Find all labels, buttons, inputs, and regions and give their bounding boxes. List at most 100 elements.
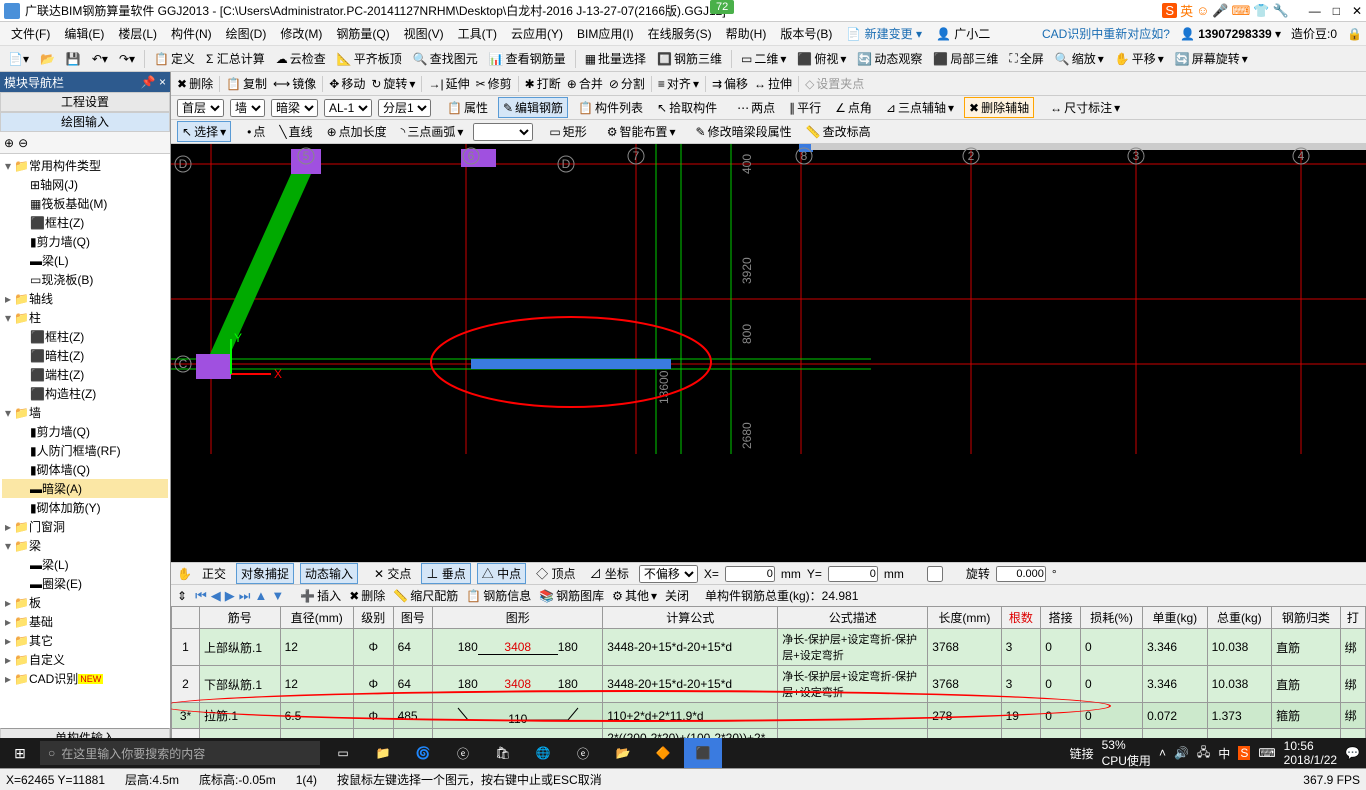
three-point-button[interactable]: ⊿ 三点辅轴 ▾ (882, 98, 958, 117)
store-icon[interactable]: 🛍 (484, 738, 522, 768)
nav-up-icon[interactable]: ▲ (254, 588, 267, 604)
split-button[interactable]: ⊘ 分割 (609, 75, 645, 92)
2d-button[interactable]: ▭ 二维 ▾ (737, 48, 790, 69)
project-settings-tab[interactable]: 工程设置 (0, 92, 170, 112)
tree-framecol[interactable]: ⬛ 框柱(Z) (2, 213, 168, 232)
tree-shearwall[interactable]: ▮ 剪力墙(Q) (2, 232, 168, 251)
last-icon[interactable]: ⏭ (239, 588, 251, 604)
define-button[interactable]: 📋 定义 (150, 48, 199, 69)
smart-button[interactable]: ⚙ 智能布置 ▾ (603, 122, 680, 141)
tree-col-struct[interactable]: ⬛ 构造柱(Z) (2, 384, 168, 403)
tree-beam-main[interactable]: ▬ 梁(L) (2, 555, 168, 574)
redo-icon[interactable]: ↷▾ (115, 50, 139, 68)
col-lap[interactable]: 搭接 (1041, 607, 1081, 629)
user-label[interactable]: 👤 广小二 (929, 23, 997, 44)
col-loss[interactable]: 损耗(%) (1080, 607, 1142, 629)
prev-icon[interactable]: ◀ (211, 588, 221, 604)
tray-ime-icon[interactable]: 中 (1218, 745, 1230, 762)
zoom-button[interactable]: 🔍 缩放 ▾ (1051, 48, 1108, 69)
minimize-button[interactable]: — (1309, 4, 1321, 18)
col-qty[interactable]: 根数 (1001, 607, 1041, 629)
ime-skin-icon[interactable]: 👕 (1253, 3, 1269, 19)
menu-bim[interactable]: BIM应用(I) (570, 23, 641, 44)
tree-expand-icon[interactable]: ⊕ (4, 136, 14, 150)
tree-col-end[interactable]: ⬛ 端柱(Z) (2, 365, 168, 384)
delete-button[interactable]: ✖ 删除 (177, 75, 213, 92)
tree-col-hidden[interactable]: ⬛ 暗柱(Z) (2, 346, 168, 365)
batch-select-button[interactable]: ▦ 批量选择 (581, 48, 650, 69)
tray-key-icon[interactable]: ⌨ (1258, 746, 1275, 760)
attr-button[interactable]: 📋 属性 (443, 98, 492, 117)
ie-icon[interactable]: ⓔ (564, 738, 602, 768)
x-input[interactable] (725, 566, 775, 582)
col-desc[interactable]: 公式描述 (778, 607, 928, 629)
first-icon[interactable]: ⏮ (195, 588, 207, 604)
rotate-button[interactable]: ↻ 旋转 ▾ (371, 75, 415, 92)
break-button[interactable]: ✱ 打断 (525, 75, 561, 92)
tray-up-icon[interactable]: ˄ (1159, 746, 1166, 760)
mirror-button[interactable]: ⟷ 镜像 (273, 75, 316, 92)
floor-select[interactable]: 首层 (177, 99, 224, 117)
table-row[interactable]: 2下部纵筋.112Φ6418034081803448-20+15*d-20+15… (172, 666, 1366, 703)
arc-button[interactable]: ◝ 三点画弧 ▾ (397, 122, 468, 141)
pan-button[interactable]: ✋ 平移 ▾ (1111, 48, 1168, 69)
menu-help[interactable]: 帮助(H) (719, 23, 774, 44)
offset-select[interactable]: 不偏移 (639, 565, 698, 583)
col-tw[interactable]: 总重(kg) (1207, 607, 1272, 629)
dot-angle-button[interactable]: ∠ 点角 (831, 98, 876, 117)
menu-component[interactable]: 构件(N) (164, 23, 219, 44)
tree-slab-group[interactable]: ▸📁 板 (2, 593, 168, 612)
col-cat[interactable]: 钢筋归类 (1272, 607, 1341, 629)
task-view-icon[interactable]: ▭ (324, 738, 362, 768)
tree-col-frame[interactable]: ⬛ 框柱(Z) (2, 327, 168, 346)
table-row[interactable]: 3*拉筋.16.5Φ485110110+2*d+2*11.9*d27819000… (172, 703, 1366, 729)
parallel-button[interactable]: ∥ 平行 (785, 98, 825, 117)
menu-edit[interactable]: 编辑(E) (57, 23, 111, 44)
find-button[interactable]: 🔍 查找图元 (409, 48, 482, 69)
col-len[interactable]: 长度(mm) (928, 607, 1001, 629)
tree-beam-ring[interactable]: ▬ 圈梁(E) (2, 574, 168, 593)
insert-button[interactable]: ➕ 插入 (300, 587, 341, 604)
tray-vol-icon[interactable]: 🔊 (1174, 746, 1189, 760)
nav-down-icon[interactable]: ▼ (271, 588, 284, 604)
ime-lang[interactable]: 英 (1180, 1, 1193, 20)
tree-column[interactable]: ▾📁 柱 (2, 308, 168, 327)
layer-select[interactable]: 分层1 (378, 99, 431, 117)
cad-link[interactable]: CAD识别中重新对应如? (1042, 25, 1170, 42)
clock[interactable]: 10:562018/1/22 (1284, 739, 1337, 767)
sum-button[interactable]: Σ 汇总计算 (202, 48, 269, 69)
move-button[interactable]: ✥ 移动 (329, 75, 365, 92)
tree-beam-group[interactable]: ▾📁 梁 (2, 536, 168, 555)
y-input[interactable] (828, 566, 878, 582)
tree-wall-reinforce[interactable]: ▮ 砌体加筋(Y) (2, 498, 168, 517)
ime-keyboard-icon[interactable]: ⌨ (1232, 3, 1251, 19)
cloud-check-button[interactable]: ☁ 云检查 (272, 48, 330, 69)
point-button[interactable]: • 点 (243, 122, 269, 141)
taskbar-search[interactable]: ○ 在这里输入你要搜索的内容 (40, 741, 320, 765)
tree-grid[interactable]: ⊞ 轴网(J) (2, 175, 168, 194)
col-x[interactable]: 打 (1340, 607, 1365, 629)
menu-version[interactable]: 版本号(B) (773, 23, 839, 44)
mid-toggle[interactable]: △ 中点 (477, 563, 526, 584)
col-fig[interactable]: 图号 (393, 607, 433, 629)
cross-toggle[interactable]: ✕ 交点 (370, 564, 415, 583)
modify-seg-button[interactable]: ✎ 修改暗梁段属性 (692, 122, 796, 141)
app2-icon[interactable]: 🔶 (644, 738, 682, 768)
menu-cloud[interactable]: 云应用(Y) (504, 23, 570, 44)
del-aux-button[interactable]: ✖ 删除辅轴 (964, 97, 1034, 118)
col-dia[interactable]: 直径(mm) (280, 607, 353, 629)
add-len-button[interactable]: ⊕ 点加长度 (323, 122, 391, 141)
col-name[interactable]: 筋号 (200, 607, 281, 629)
ortho-toggle[interactable]: 正交 (198, 564, 230, 583)
tree-slab[interactable]: ▭ 现浇板(B) (2, 270, 168, 289)
open-icon[interactable]: 📂 (36, 50, 59, 68)
coord-toggle[interactable]: ⊿ 坐标 (585, 564, 632, 583)
active-app-icon[interactable]: ⬛ (684, 738, 722, 768)
align-button[interactable]: ≡ 对齐 ▾ (658, 75, 699, 92)
level-button[interactable]: 📏 查改标高 (802, 122, 875, 141)
menu-online[interactable]: 在线服务(S) (641, 23, 719, 44)
select-button[interactable]: ↖ 选择 ▾ (177, 121, 231, 142)
tree-wall[interactable]: ▾📁 墙 (2, 403, 168, 422)
menu-tool[interactable]: 工具(T) (451, 23, 504, 44)
menu-view[interactable]: 视图(V) (397, 23, 451, 44)
